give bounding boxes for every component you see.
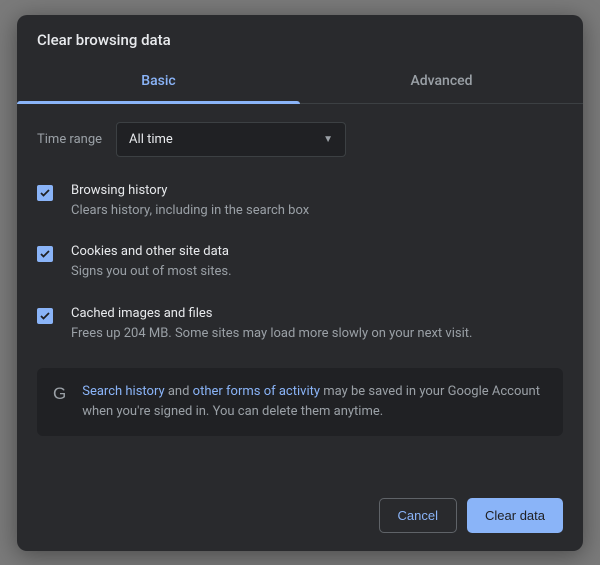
time-range-row: Time range All time ▼ xyxy=(37,122,563,157)
tab-advanced-label: Advanced xyxy=(410,73,472,89)
option-title: Cached images and files xyxy=(71,306,472,321)
option-cached: Cached images and files Frees up 204 MB.… xyxy=(37,306,563,344)
dialog-footer: Cancel Clear data xyxy=(17,482,583,551)
check-icon xyxy=(39,187,51,199)
google-icon: G xyxy=(53,384,66,404)
cancel-button[interactable]: Cancel xyxy=(379,498,457,533)
tab-basic[interactable]: Basic xyxy=(17,61,300,103)
option-text: Cookies and other site data Signs you ou… xyxy=(71,244,232,282)
link-other-activity[interactable]: other forms of activity xyxy=(193,384,320,399)
checkbox-cookies[interactable] xyxy=(37,246,53,262)
dialog-content: Time range All time ▼ Browsing history C… xyxy=(17,104,583,482)
option-text: Browsing history Clears history, includi… xyxy=(71,183,309,221)
checkbox-cached[interactable] xyxy=(37,308,53,324)
tab-advanced[interactable]: Advanced xyxy=(300,61,583,103)
option-cookies: Cookies and other site data Signs you ou… xyxy=(37,244,563,282)
option-title: Browsing history xyxy=(71,183,309,198)
tab-basic-label: Basic xyxy=(141,73,175,89)
checkbox-browsing-history[interactable] xyxy=(37,185,53,201)
clear-browsing-data-dialog: Clear browsing data Basic Advanced Time … xyxy=(17,15,583,551)
time-range-value: All time xyxy=(129,132,173,147)
option-desc: Clears history, including in the search … xyxy=(71,202,309,221)
time-range-select[interactable]: All time ▼ xyxy=(116,122,346,157)
link-search-history[interactable]: Search history xyxy=(82,384,164,399)
info-mid1: and xyxy=(165,384,193,399)
clear-data-button[interactable]: Clear data xyxy=(467,498,563,533)
option-title: Cookies and other site data xyxy=(71,244,232,259)
option-desc: Frees up 204 MB. Some sites may load mor… xyxy=(71,325,472,344)
check-icon xyxy=(39,248,51,260)
option-desc: Signs you out of most sites. xyxy=(71,263,232,282)
dialog-title: Clear browsing data xyxy=(17,15,583,61)
tabs: Basic Advanced xyxy=(17,61,583,104)
option-browsing-history: Browsing history Clears history, includi… xyxy=(37,183,563,221)
option-text: Cached images and files Frees up 204 MB.… xyxy=(71,306,472,344)
check-icon xyxy=(39,310,51,322)
google-account-info: G Search history and other forms of acti… xyxy=(37,368,563,436)
time-range-label: Time range xyxy=(37,132,102,147)
info-text: Search history and other forms of activi… xyxy=(82,382,547,422)
chevron-down-icon: ▼ xyxy=(323,134,333,145)
